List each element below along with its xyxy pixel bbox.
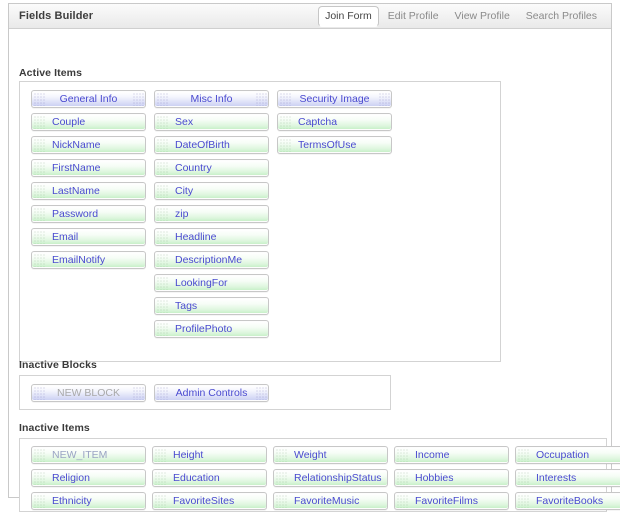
field-chip[interactable]: Headline bbox=[154, 228, 269, 246]
field-chip[interactable]: City bbox=[154, 182, 269, 200]
field-chip[interactable]: Password bbox=[31, 205, 146, 223]
chip-label: City bbox=[175, 185, 194, 197]
field-chip[interactable]: LookingFor bbox=[154, 274, 269, 292]
chip-label: Captcha bbox=[298, 116, 338, 128]
field-chip[interactable]: Tags bbox=[154, 297, 269, 315]
chip-label: Hobbies bbox=[415, 472, 454, 484]
inactive-field-chip[interactable]: Ethnicity bbox=[31, 492, 146, 510]
chip-label: Misc Info bbox=[190, 93, 233, 105]
chip-label: TermsOfUse bbox=[298, 139, 357, 151]
app-header: Fields Builder Join Form Edit Profile View… bbox=[9, 4, 611, 29]
chip-label: Religion bbox=[52, 472, 90, 484]
chip-label: Occupation bbox=[536, 449, 590, 461]
chip-label: Headline bbox=[175, 231, 217, 243]
chip-label: Security Image bbox=[299, 93, 370, 105]
page-title: Fields Builder bbox=[19, 10, 94, 22]
chip-label: Password bbox=[52, 208, 99, 220]
chip-label: NickName bbox=[52, 139, 101, 151]
chip-label: ProfilePhoto bbox=[175, 323, 233, 335]
inactive-items-grid: NEW_ITEM Height Weight Income Occupation Reli… bbox=[20, 446, 620, 510]
chip-label: FavoriteSites bbox=[173, 495, 235, 507]
inactive-block-chip[interactable]: Admin Controls bbox=[154, 384, 269, 402]
chip-label: FavoriteBooks bbox=[536, 495, 604, 507]
inactive-field-chip[interactable]: FavoriteMusic bbox=[273, 492, 388, 510]
chip-label: NEW BLOCK bbox=[56, 387, 120, 399]
block-chip[interactable]: General Info bbox=[31, 90, 146, 108]
field-chip[interactable]: TermsOfUse bbox=[277, 136, 392, 154]
field-chip[interactable]: FirstName bbox=[31, 159, 146, 177]
chip-label: Education bbox=[173, 472, 220, 484]
field-chip[interactable]: Email bbox=[31, 228, 146, 246]
inactive-field-chip[interactable]: Weight bbox=[273, 446, 388, 464]
chip-label: Height bbox=[173, 449, 204, 461]
tab-join-form[interactable]: Join Form bbox=[318, 6, 379, 27]
chip-label: LookingFor bbox=[175, 277, 228, 289]
chip-label: Couple bbox=[52, 116, 86, 128]
field-chip[interactable]: ProfilePhoto bbox=[154, 320, 269, 338]
field-chip[interactable]: zip bbox=[154, 205, 269, 223]
chip-label: Tags bbox=[175, 300, 198, 312]
field-chip[interactable]: Couple bbox=[31, 113, 146, 131]
fields-builder-page: Fields Builder Join Form Edit Profile View… bbox=[8, 3, 620, 512]
chip-label: LastName bbox=[52, 185, 100, 197]
active-items-section: Active Items General Info Couple NickName F… bbox=[19, 67, 501, 362]
chip-label: RelationshipStatus bbox=[294, 472, 382, 484]
inactive-field-chip[interactable]: Hobbies bbox=[394, 469, 509, 487]
field-chip[interactable]: EmailNotify bbox=[31, 251, 146, 269]
active-items-panel[interactable]: General Info Couple NickName FirstName LastN… bbox=[19, 81, 501, 362]
inactive-field-chip[interactable]: FavoriteBooks bbox=[515, 492, 620, 510]
chip-label: Ethnicity bbox=[52, 495, 92, 507]
inactive-field-chip[interactable]: NEW_ITEM bbox=[31, 446, 146, 464]
inactive-field-chip[interactable]: RelationshipStatus bbox=[273, 469, 388, 487]
inactive-field-chip[interactable]: Height bbox=[152, 446, 267, 464]
chip-label: DescriptionMe bbox=[175, 254, 243, 266]
block-chip[interactable]: Security Image bbox=[277, 90, 392, 108]
field-chip[interactable]: Sex bbox=[154, 113, 269, 131]
active-column-0: General Info Couple NickName FirstName LastN… bbox=[31, 90, 146, 274]
chip-label: DateOfBirth bbox=[175, 139, 230, 151]
chip-label: Income bbox=[415, 449, 450, 461]
chip-label: General Info bbox=[59, 93, 118, 105]
field-chip[interactable]: Country bbox=[154, 159, 269, 177]
field-chip[interactable]: Captcha bbox=[277, 113, 392, 131]
active-column-1: Misc Info Sex DateOfBirth Country City zip Hea… bbox=[154, 90, 269, 343]
chip-label: Sex bbox=[175, 116, 194, 128]
chip-label: Interests bbox=[536, 472, 577, 484]
field-chip[interactable]: DateOfBirth bbox=[154, 136, 269, 154]
chip-label: FirstName bbox=[52, 162, 101, 174]
chip-label: NEW_ITEM bbox=[52, 449, 108, 461]
field-chip[interactable]: NickName bbox=[31, 136, 146, 154]
inactive-field-chip[interactable]: Religion bbox=[31, 469, 146, 487]
active-column-2: Security Image Captcha TermsOfUse bbox=[277, 90, 392, 159]
tab-view-profile[interactable]: View Profile bbox=[448, 6, 517, 27]
inactive-field-chip[interactable]: FavoriteFilms bbox=[394, 492, 509, 510]
chip-label: Country bbox=[175, 162, 212, 174]
inactive-blocks-panel[interactable]: NEW BLOCK Admin Controls bbox=[19, 375, 391, 410]
inactive-items-panel[interactable]: NEW_ITEM Height Weight Income Occupation Reli… bbox=[19, 438, 620, 512]
active-items-label: Active Items bbox=[19, 67, 83, 79]
chip-label: Email bbox=[52, 231, 79, 243]
inactive-blocks-label: Inactive Blocks bbox=[19, 359, 97, 371]
inactive-field-chip[interactable]: Occupation bbox=[515, 446, 620, 464]
field-chip[interactable]: DescriptionMe bbox=[154, 251, 269, 269]
header-tabs: Join Form Edit Profile View Profile Search … bbox=[317, 4, 605, 29]
chip-label: Admin Controls bbox=[175, 387, 248, 399]
field-chip[interactable]: LastName bbox=[31, 182, 146, 200]
inactive-field-chip[interactable]: Income bbox=[394, 446, 509, 464]
chip-label: FavoriteMusic bbox=[294, 495, 360, 507]
chip-label: zip bbox=[175, 208, 189, 220]
inactive-field-chip[interactable]: Education bbox=[152, 469, 267, 487]
chip-label: EmailNotify bbox=[52, 254, 106, 266]
chip-label: Weight bbox=[294, 449, 327, 461]
inactive-items-label: Inactive Items bbox=[19, 422, 90, 434]
block-chip[interactable]: Misc Info bbox=[154, 90, 269, 108]
inactive-field-chip[interactable]: Interests bbox=[515, 469, 620, 487]
chip-label: FavoriteFilms bbox=[415, 495, 479, 507]
tab-search-profiles[interactable]: Search Profiles bbox=[519, 6, 604, 27]
inactive-items-section: Inactive Items NEW_ITEM Height Weight Incom… bbox=[19, 422, 620, 512]
tab-edit-profile[interactable]: Edit Profile bbox=[381, 6, 446, 27]
inactive-blocks-section: Inactive Blocks NEW BLOCK Admin Controls bbox=[19, 359, 391, 410]
inactive-field-chip[interactable]: FavoriteSites bbox=[152, 492, 267, 510]
inactive-block-chip[interactable]: NEW BLOCK bbox=[31, 384, 146, 402]
